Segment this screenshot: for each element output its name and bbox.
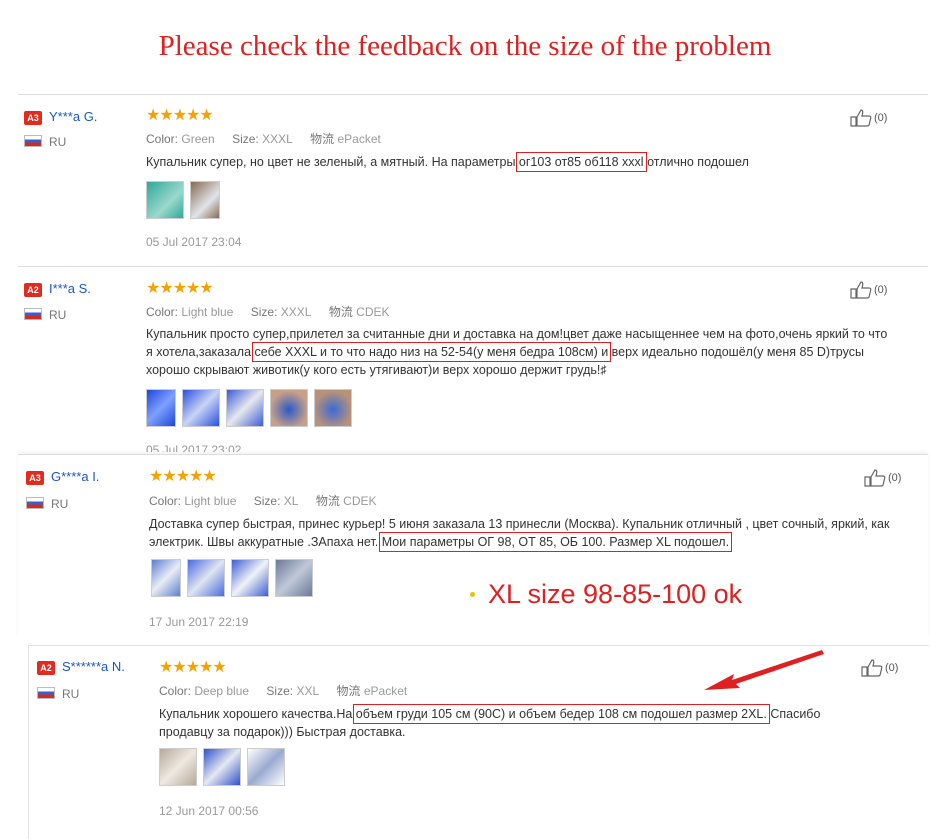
color-value: Deep blue (194, 684, 250, 698)
review-meta: Color: Light blue Size: XXXL 物流 CDEK (146, 303, 390, 320)
thumbs-up-icon (861, 659, 883, 677)
reviewer-name[interactable]: Y***a G. (49, 109, 97, 124)
color-label: Color: (149, 494, 182, 508)
shipping-value: CDEK (356, 305, 390, 319)
rating-stars: ★★★★★ (159, 659, 227, 676)
buyer-level-badge: A3 (24, 111, 42, 125)
reviewer-name[interactable]: I***a S. (49, 281, 91, 296)
review-photo-thumb[interactable] (187, 559, 225, 597)
review-photos (151, 559, 313, 597)
rating-stars: ★★★★★ (146, 280, 214, 297)
highlighted-size-info: себе XXXL и то что надо низ на 52-54(у м… (251, 342, 612, 362)
size-value: XXL (296, 684, 320, 698)
review-meta: Color: Light blue Size: XL 物流 CDEK (149, 492, 377, 509)
size-label: Size: (266, 684, 294, 698)
rating-stars: ★★★★★ (146, 107, 214, 124)
review-photo-thumb[interactable] (203, 748, 241, 786)
size-label: Size: (253, 494, 281, 508)
shipping-label: 物流 (328, 305, 353, 319)
review-photos (146, 181, 220, 219)
color-value: Green (181, 132, 215, 146)
like-button[interactable]: (0) (861, 659, 898, 677)
size-callout: XL size 98-85-100 ok (488, 579, 743, 609)
review-card-3: A3 G****a I. RU ★★★★★ Color: Light blue … (18, 454, 928, 637)
shipping-value: CDEK (343, 494, 377, 508)
review-photo-thumb[interactable] (151, 559, 181, 597)
buyer-level-badge: A3 (26, 471, 44, 485)
review-date: 12 Jun 2017 00:56 (159, 804, 259, 818)
like-count: (0) (885, 662, 899, 674)
like-count: (0) (874, 112, 888, 124)
review-photo-thumb[interactable] (231, 559, 269, 597)
review-date: 17 Jun 2017 22:19 (149, 615, 249, 629)
size-value: XXXL (262, 132, 293, 146)
shipping-label: 物流 (336, 684, 361, 698)
shipping-label: 物流 (310, 132, 335, 146)
review-text: Доставка супер быстрая, принес курьер! 5… (149, 517, 890, 552)
color-label: Color: (146, 305, 179, 319)
russia-flag-icon (24, 308, 42, 320)
review-photo-thumb[interactable] (275, 559, 313, 597)
review-date: 05 Jul 2017 23:02 (146, 443, 242, 452)
reviewer-country: RU (51, 497, 69, 511)
review-text: Купальник супер, но цвет не зеленый, а м… (146, 152, 749, 172)
color-value: Light blue (181, 305, 234, 319)
reviewer-country: RU (62, 687, 80, 701)
thumbs-up-icon (864, 469, 886, 487)
review-card-2: A2 I***a S. RU ★★★★★ Color: Light blue S… (18, 266, 928, 452)
thumbs-up-icon (850, 109, 872, 127)
shipping-value: ePacket (337, 132, 381, 146)
russia-flag-icon (37, 687, 55, 699)
shipping-value: ePacket (363, 684, 408, 698)
review-meta: Color: Deep blue Size: XXL 物流 ePacket (159, 682, 407, 699)
review-photo-thumb[interactable] (146, 181, 184, 219)
russia-flag-icon (26, 497, 44, 509)
callout-bullet (470, 592, 475, 597)
like-count: (0) (874, 284, 888, 296)
review-photo-thumb[interactable] (146, 389, 176, 427)
pointer-arrow-icon (704, 650, 824, 690)
buyer-level-badge: A2 (24, 283, 42, 297)
reviewer-country: RU (49, 135, 67, 149)
thumbs-up-icon (850, 281, 872, 299)
reviewer-name[interactable]: G****a I. (51, 469, 99, 484)
review-text: Купальник хорошего качества.На объем гру… (159, 704, 821, 739)
review-date: 05 Jul 2017 23:04 (146, 235, 242, 249)
like-button[interactable]: (0) (850, 109, 887, 127)
review-photo-thumb[interactable] (182, 389, 220, 427)
shipping-label: 物流 (315, 494, 340, 508)
review-photo-thumb[interactable] (314, 389, 352, 427)
like-button[interactable]: (0) (850, 281, 887, 299)
russia-flag-icon (24, 135, 42, 147)
size-label: Size: (250, 305, 278, 319)
review-photo-thumb[interactable] (226, 389, 264, 427)
size-value: XL (283, 494, 299, 508)
review-photo-thumb[interactable] (190, 181, 220, 219)
highlighted-size-info: Мои параметры ОГ 98, ОТ 85, ОБ 100. Разм… (378, 532, 733, 552)
buyer-level-badge: A2 (37, 661, 55, 675)
review-photo-thumb[interactable] (159, 748, 197, 786)
review-photos (146, 389, 352, 427)
highlighted-size-info: ог103 от85 об118 xxxl (515, 152, 647, 172)
page-banner: Please check the feedback on the size of… (158, 30, 772, 62)
like-count: (0) (888, 472, 902, 484)
reviewer-country: RU (49, 308, 67, 322)
size-value: XXXL (280, 305, 312, 319)
color-label: Color: (146, 132, 179, 146)
size-label: Size: (232, 132, 259, 146)
review-photo-thumb[interactable] (247, 748, 285, 786)
review-text: Купальник просто супер,прилетел за счита… (146, 327, 888, 377)
rating-stars: ★★★★★ (149, 468, 217, 485)
review-photo-thumb[interactable] (270, 389, 308, 427)
review-card-1: A3 Y***a G. RU ★★★★★ Color: Green Size: … (18, 94, 928, 263)
review-meta: Color: Green Size: XXXL 物流 ePacket (146, 130, 381, 147)
review-photos (159, 748, 285, 786)
highlighted-size-info: объем груди 105 см (90С) и объем бедер 1… (352, 704, 770, 724)
like-button[interactable]: (0) (864, 469, 901, 487)
color-label: Color: (159, 684, 192, 698)
reviewer-name[interactable]: S******a N. (62, 659, 125, 674)
color-value: Light blue (184, 494, 237, 508)
